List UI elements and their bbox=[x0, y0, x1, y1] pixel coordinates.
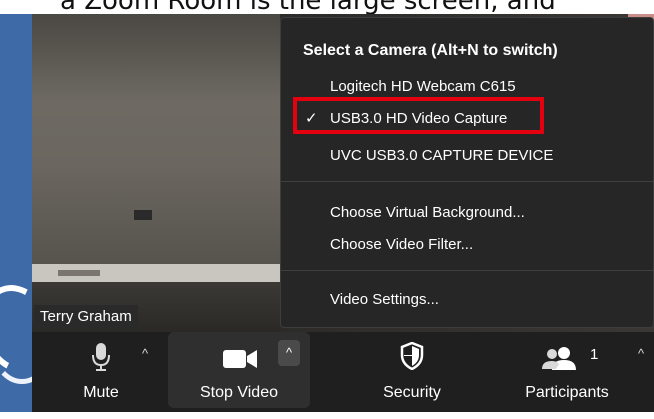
security-button[interactable]: Security bbox=[362, 332, 462, 408]
desktop-background bbox=[0, 14, 66, 419]
meeting-toolbar: Mute ^ Stop Video ^ Security 1 Participa… bbox=[32, 332, 654, 412]
mute-label: Mute bbox=[83, 384, 119, 401]
camera-menu-heading: Select a Camera (Alt+N to switch) bbox=[303, 42, 558, 59]
microphone-icon bbox=[92, 342, 110, 377]
choose-video-filter-option[interactable]: Choose Video Filter... bbox=[281, 230, 653, 260]
camera-option-label: UVC USB3.0 CAPTURE DEVICE bbox=[330, 147, 554, 164]
participants-icon bbox=[542, 346, 578, 375]
camera-menu: Select a Camera (Alt+N to switch) Logite… bbox=[280, 17, 654, 328]
chevron-up-icon[interactable]: ^ bbox=[278, 340, 300, 366]
menu-option-label: Choose Virtual Background... bbox=[330, 204, 525, 221]
chevron-up-icon[interactable]: ^ bbox=[142, 346, 148, 361]
menu-option-label: Video Settings... bbox=[330, 291, 439, 308]
video-camera-icon bbox=[220, 348, 260, 375]
video-settings-option[interactable]: Video Settings... bbox=[281, 285, 653, 315]
participants-button[interactable]: 1 Participants bbox=[502, 332, 632, 408]
menu-option-label: Choose Video Filter... bbox=[330, 236, 474, 253]
chevron-up-icon[interactable]: ^ bbox=[638, 346, 644, 361]
camera-option-label: Logitech HD Webcam C615 bbox=[330, 78, 516, 95]
participants-count: 1 bbox=[590, 346, 599, 363]
video-object bbox=[58, 270, 100, 276]
participants-label: Participants bbox=[525, 384, 609, 401]
participant-name-tag: Terry Graham bbox=[34, 305, 138, 329]
menu-divider bbox=[281, 181, 653, 182]
shield-icon bbox=[400, 341, 424, 375]
camera-option-uvc-capture-device[interactable]: UVC USB3.0 CAPTURE DEVICE bbox=[281, 141, 653, 171]
page-background bbox=[0, 412, 654, 419]
video-wall bbox=[32, 14, 292, 264]
menu-divider bbox=[281, 270, 653, 271]
mute-button[interactable]: Mute bbox=[66, 332, 136, 408]
stop-video-label: Stop Video bbox=[200, 384, 278, 401]
video-object bbox=[134, 210, 152, 220]
security-label: Security bbox=[383, 384, 441, 401]
choose-virtual-background-option[interactable]: Choose Virtual Background... bbox=[281, 198, 653, 228]
selection-highlight-box bbox=[293, 97, 544, 134]
